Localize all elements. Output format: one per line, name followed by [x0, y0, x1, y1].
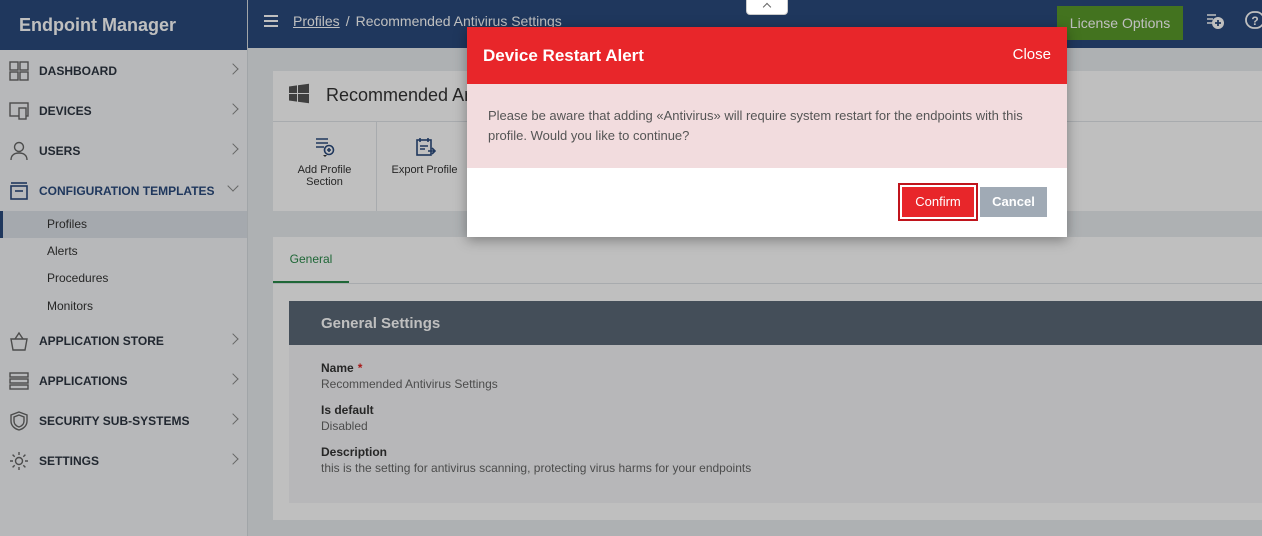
confirm-button[interactable]: Confirm — [898, 183, 978, 221]
dialog-title: Device Restart Alert — [483, 46, 644, 65]
dialog-header: Device Restart Alert Close — [467, 27, 1067, 84]
device-restart-dialog: Device Restart Alert Close Please be awa… — [467, 27, 1067, 237]
confirm-button-label: Confirm — [902, 187, 974, 217]
cancel-button[interactable]: Cancel — [980, 187, 1047, 217]
dialog-message: Please be aware that adding «Antivirus» … — [467, 84, 1067, 168]
close-button[interactable]: Close — [1013, 46, 1051, 63]
scroll-up-tab[interactable] — [746, 0, 788, 15]
